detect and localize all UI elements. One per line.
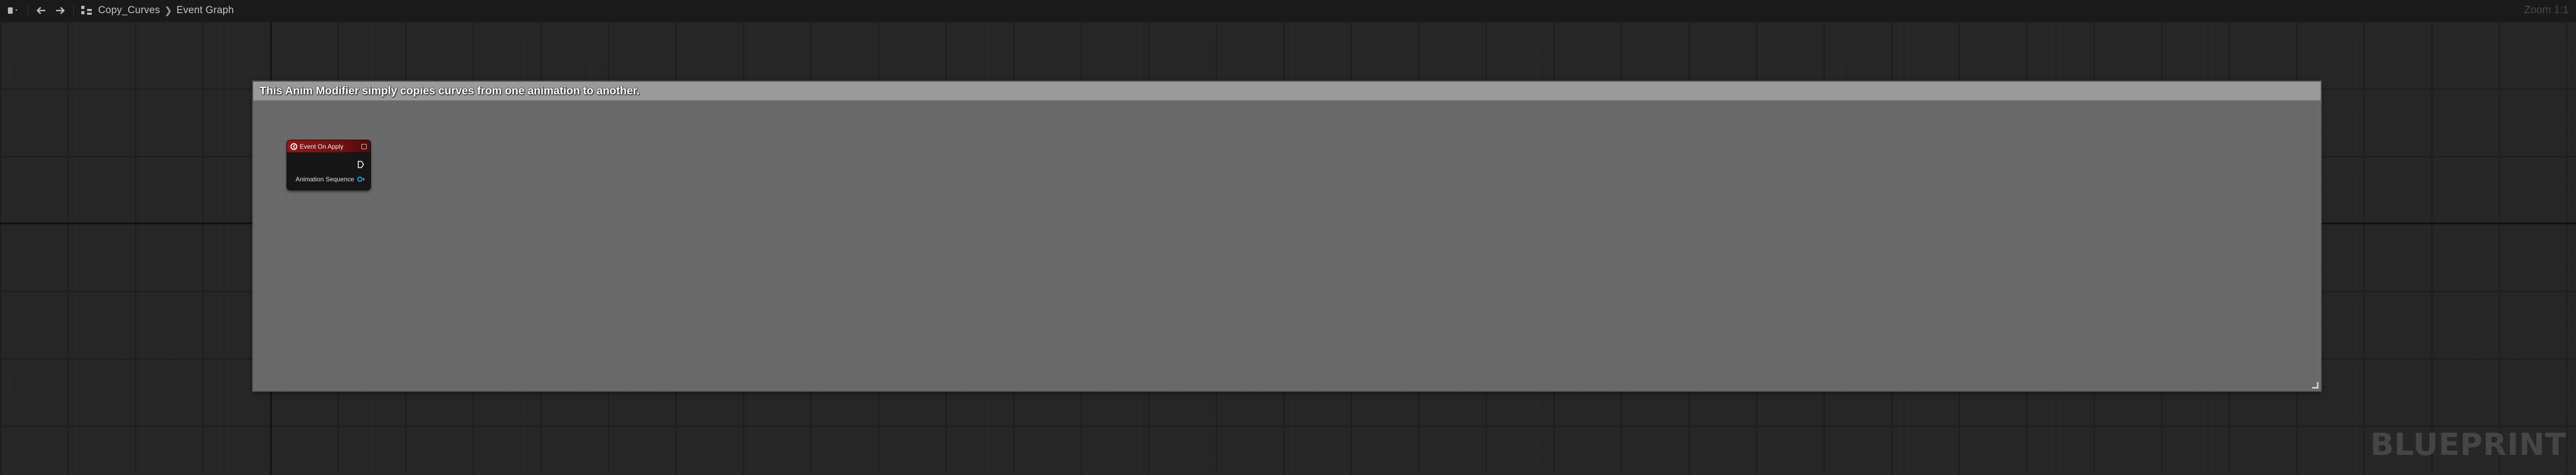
breadcrumb-item-graph[interactable]: Event Graph	[176, 5, 234, 16]
graph-toolbar: Copy_Curves ❯ Event Graph Zoom 1:1	[0, 0, 2576, 22]
event-icon	[290, 143, 298, 150]
comment-resize-handle[interactable]	[2312, 382, 2319, 389]
blueprint-menu-button[interactable]	[4, 3, 22, 18]
breadcrumb-item-blueprint[interactable]: Copy_Curves	[98, 5, 160, 16]
node-title: Event On Apply	[300, 142, 344, 150]
comment-title[interactable]: This Anim Modifier simply copies curves …	[260, 85, 640, 98]
object-pin-icon[interactable]	[357, 177, 362, 182]
breadcrumb: Copy_Curves ❯ Event Graph	[98, 5, 234, 16]
pin-arrow-icon	[363, 178, 365, 181]
chevron-right-icon: ❯	[164, 5, 173, 16]
arrow-left-icon	[36, 7, 45, 14]
blueprint-editor: Copy_Curves ❯ Event Graph Zoom 1:1 This …	[0, 0, 2576, 475]
comment-box[interactable]: This Anim Modifier simply copies curves …	[253, 82, 2321, 391]
blueprint-icon	[8, 7, 17, 14]
back-button[interactable]	[33, 3, 49, 18]
forward-button[interactable]	[52, 3, 68, 18]
toolbar-divider	[73, 4, 74, 17]
node-header[interactable]: Event On Apply	[287, 140, 370, 153]
graph-hierarchy-icon	[81, 6, 92, 15]
blueprint-watermark: BLUEPRINT	[2370, 426, 2567, 462]
hierarchy-button[interactable]	[79, 3, 94, 18]
arrow-right-icon	[56, 7, 65, 14]
zoom-label: Zoom 1:1	[2524, 4, 2569, 16]
toolbar-divider	[27, 4, 28, 17]
exec-output-pin[interactable]	[358, 161, 364, 168]
animation-sequence-pin-row[interactable]: Animation Sequence	[294, 176, 365, 183]
event-on-apply-node[interactable]: Event On Apply Animation Sequence	[287, 140, 370, 190]
pin-label: Animation Sequence	[295, 176, 354, 183]
delegate-pin-icon[interactable]	[361, 144, 367, 149]
comment-header[interactable]: This Anim Modifier simply copies curves …	[253, 82, 2321, 101]
